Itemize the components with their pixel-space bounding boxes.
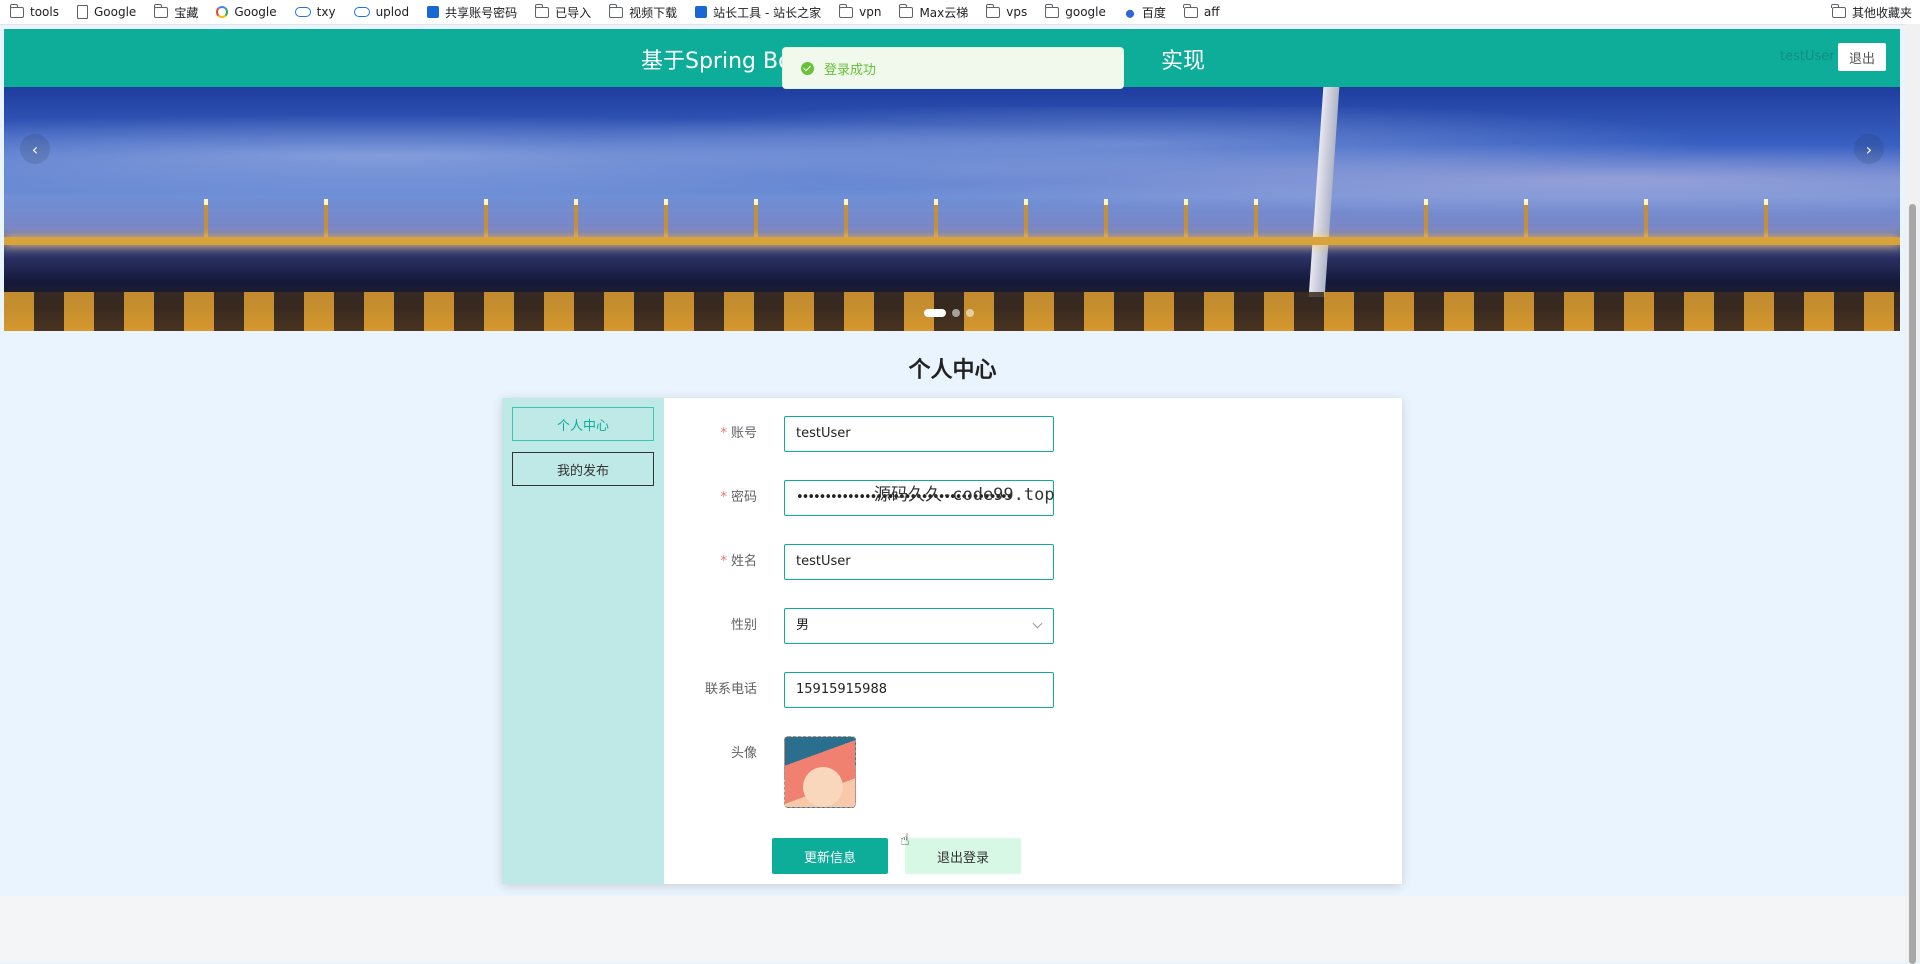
footer bbox=[0, 896, 1905, 962]
bridge-lamp bbox=[1184, 199, 1188, 239]
bookmark-txy[interactable]: txy bbox=[285, 0, 344, 24]
bookmark-chinaz[interactable]: 站长工具 - 站长之家 bbox=[685, 0, 829, 24]
name-label: * 姓名 bbox=[720, 554, 757, 569]
form-row-gender: 性别 男 bbox=[664, 608, 1402, 644]
folder-icon bbox=[9, 3, 24, 18]
bookmark-google-2[interactable]: Google bbox=[206, 0, 284, 24]
form-row-avatar: 头像 bbox=[664, 736, 1402, 810]
carousel-indicators bbox=[924, 309, 974, 317]
bookmark-aff[interactable]: aff bbox=[1174, 0, 1228, 24]
success-check-icon bbox=[801, 61, 814, 75]
password-label: * 密码 bbox=[720, 490, 757, 505]
bookmark-google[interactable]: Google bbox=[67, 0, 144, 24]
form-row-account: * 账号 testUser bbox=[664, 416, 1402, 452]
form-row-phone: 联系电话 15915915988 bbox=[664, 672, 1402, 708]
sidebar-item-profile[interactable]: 个人中心 bbox=[512, 407, 654, 441]
bridge-lamp bbox=[664, 199, 668, 239]
bridge-lamp bbox=[1764, 199, 1768, 239]
carousel-next-button[interactable]: › bbox=[1854, 134, 1884, 164]
bridge-deck bbox=[4, 237, 1900, 245]
bridge-lamp bbox=[1104, 199, 1108, 239]
banner-clouds bbox=[4, 107, 1900, 227]
folder-icon bbox=[898, 3, 914, 18]
bridge-lamp bbox=[574, 199, 578, 239]
bridge-lamp bbox=[1254, 199, 1258, 239]
bookmark-shared-accounts[interactable]: 共享账号密码 bbox=[417, 0, 525, 24]
bookmarks-bar: tools Google 宝藏 Google txy uplod 共享账号密码 … bbox=[0, 0, 1920, 25]
bridge-lamp bbox=[484, 199, 488, 239]
bridge-lamp bbox=[324, 199, 328, 239]
success-toast: 登录成功 bbox=[782, 47, 1124, 89]
folder-icon bbox=[1044, 3, 1060, 18]
avatar-label: 头像 bbox=[730, 746, 757, 761]
bookmark-google-folder[interactable]: google bbox=[1035, 0, 1114, 24]
bookmark-imported[interactable]: 已导入 bbox=[525, 0, 599, 24]
bookmark-other[interactable]: 其他收藏夹 bbox=[1822, 0, 1920, 24]
sidebar-item-my-posts[interactable]: 我的发布 bbox=[512, 452, 654, 486]
carousel-dot[interactable] bbox=[966, 309, 974, 317]
app-icon bbox=[427, 6, 440, 18]
phone-label: 联系电话 bbox=[704, 682, 757, 697]
required-mark: * bbox=[720, 426, 727, 441]
carousel-prev-button[interactable]: ‹ bbox=[20, 134, 50, 164]
bookmark-baidu[interactable]: 百度 bbox=[1114, 0, 1174, 24]
bookmark-vps[interactable]: vps bbox=[976, 0, 1035, 24]
bookmark-vpn[interactable]: vpn bbox=[829, 0, 889, 24]
header-logout-button[interactable]: 退出 bbox=[1838, 43, 1886, 71]
carousel-dot[interactable] bbox=[952, 309, 960, 317]
bridge-lamp bbox=[1424, 199, 1428, 239]
watermark-text: 源码久久-code99.top bbox=[874, 485, 1055, 505]
cloud-icon bbox=[353, 7, 370, 17]
bridge-lamp bbox=[1024, 199, 1028, 239]
update-info-button[interactable]: 更新信息 bbox=[772, 838, 888, 874]
form-row-name: * 姓名 testUser bbox=[664, 544, 1402, 580]
bridge-lamp bbox=[934, 199, 938, 239]
gender-label: 性别 bbox=[730, 618, 757, 633]
scrollbar-thumb[interactable] bbox=[1909, 204, 1916, 964]
toast-message: 登录成功 bbox=[824, 62, 877, 78]
banner-carousel: ‹ › bbox=[4, 87, 1900, 331]
account-input[interactable]: testUser bbox=[784, 416, 1054, 452]
gender-value: 男 bbox=[796, 618, 810, 633]
bridge-lamp bbox=[844, 199, 848, 239]
page-title: 个人中心 bbox=[908, 358, 997, 383]
bookmark-video-download[interactable]: 视频下载 bbox=[599, 0, 685, 24]
profile-panel: 个人中心 我的发布 * 账号 testUser * 密码 •••••••••••••… bbox=[502, 398, 1402, 884]
bookmark-baozang[interactable]: 宝藏 bbox=[144, 0, 206, 24]
header-username: testUser bbox=[1780, 49, 1835, 64]
site-icon bbox=[695, 6, 708, 18]
folder-icon bbox=[1831, 3, 1846, 18]
required-mark: * bbox=[720, 554, 727, 569]
page-scrollbar[interactable] bbox=[1905, 24, 1920, 964]
phone-input[interactable]: 15915915988 bbox=[784, 672, 1054, 708]
bridge-lamp bbox=[1524, 199, 1528, 239]
bridge-lamp bbox=[1644, 199, 1648, 239]
folder-icon bbox=[534, 3, 550, 18]
gender-select[interactable]: 男 bbox=[784, 608, 1054, 644]
avatar-uploader[interactable] bbox=[784, 736, 856, 808]
bridge-lamp bbox=[754, 199, 758, 239]
folder-icon bbox=[838, 3, 854, 18]
sidebar: 个人中心 我的发布 bbox=[502, 398, 664, 884]
account-label: * 账号 bbox=[720, 426, 757, 441]
bookmark-max[interactable]: Max云梯 bbox=[889, 0, 976, 24]
folder-icon bbox=[985, 3, 1001, 18]
carousel-dot[interactable] bbox=[924, 309, 946, 317]
bookmark-uplod[interactable]: uplod bbox=[344, 0, 418, 24]
folder-icon bbox=[1183, 3, 1198, 18]
logout-button[interactable]: 退出登录 bbox=[905, 838, 1021, 874]
google-icon bbox=[216, 6, 229, 18]
folder-icon bbox=[608, 3, 624, 18]
bridge-lamp bbox=[204, 199, 208, 239]
required-mark: * bbox=[720, 490, 727, 505]
hand-cursor-icon: ☝ bbox=[900, 830, 910, 849]
folder-icon bbox=[153, 3, 169, 18]
chevron-down-icon bbox=[1032, 618, 1043, 629]
cloud-icon bbox=[294, 7, 311, 17]
page-icon bbox=[76, 5, 88, 19]
bookmark-tools[interactable]: tools bbox=[0, 0, 67, 24]
baidu-icon bbox=[1123, 6, 1136, 18]
name-input[interactable]: testUser bbox=[784, 544, 1054, 580]
